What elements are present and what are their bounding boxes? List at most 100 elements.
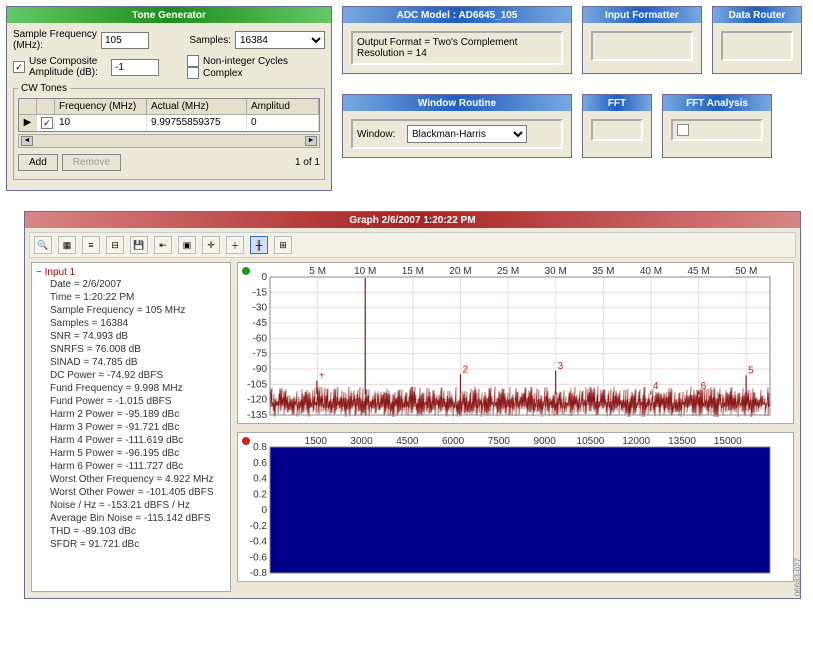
- row-selector-icon[interactable]: ▶: [19, 115, 37, 131]
- complex-checkbox[interactable]: [187, 67, 199, 79]
- stat-item: Harm 3 Power = -91.721 dBc: [36, 421, 226, 434]
- col-check: [37, 99, 55, 114]
- data-router-panel: Data Router: [712, 6, 802, 74]
- window-label: Window:: [357, 129, 403, 140]
- tool-crosshair-icon[interactable]: ✛: [202, 236, 220, 254]
- adc-title: ADC Model : AD6645_105: [343, 7, 571, 23]
- svg-text:-0.4: -0.4: [250, 537, 268, 548]
- svg-text:0.6: 0.6: [253, 458, 267, 469]
- stats-tree[interactable]: − Input 1 Date = 2/6/2007Time = 1:20:22 …: [31, 262, 231, 592]
- tool-save-icon[interactable]: 💾: [130, 236, 148, 254]
- svg-text:+: +: [319, 371, 325, 382]
- grid-hscroll[interactable]: ◄ ►: [18, 134, 320, 148]
- col-amp[interactable]: Amplitud: [247, 99, 319, 114]
- svg-text:6: 6: [701, 381, 707, 392]
- stat-item: Harm 2 Power = -95.189 dBc: [36, 408, 226, 421]
- row-count: 1 of 1: [295, 157, 320, 168]
- svg-text:0: 0: [261, 505, 267, 516]
- samples-select[interactable]: 16384: [235, 31, 325, 49]
- tool-plus-icon[interactable]: ＋: [226, 236, 244, 254]
- data-router-title: Data Router: [713, 7, 801, 23]
- stat-item: Samples = 16384: [36, 317, 226, 330]
- fft-analysis-panel: FFT Analysis: [662, 94, 772, 158]
- svg-text:0.8: 0.8: [253, 442, 267, 453]
- fft-analysis-icon: [677, 124, 689, 136]
- cw-tones-grid: Frequency (MHz) Actual (MHz) Amplitud ▶ …: [18, 98, 320, 132]
- tool-cursor-icon[interactable]: ╫: [250, 236, 268, 254]
- row-enable-checkbox[interactable]: [41, 117, 53, 129]
- graph-panel: Graph 2/6/2007 1:20:22 PM 🔍 ▦ ≡ ⊟ 💾 ⇤ ▣ …: [24, 211, 801, 599]
- tool-export-icon[interactable]: ⇤: [154, 236, 172, 254]
- input-formatter-panel: Input Formatter: [582, 6, 702, 74]
- chart-status-red-icon: [242, 437, 250, 445]
- window-routine-panel: Window Routine Window: Blackman-Harris: [342, 94, 572, 158]
- svg-text:-45: -45: [253, 318, 268, 329]
- svg-text:0.4: 0.4: [253, 474, 267, 485]
- non-integer-checkbox[interactable]: [187, 55, 199, 67]
- tree-root-label[interactable]: Input 1: [45, 267, 76, 278]
- svg-text:35 M: 35 M: [592, 266, 614, 277]
- tone-generator-panel: Tone Generator Sample Frequency (MHz): S…: [6, 6, 332, 191]
- svg-text:6000: 6000: [442, 436, 465, 447]
- row-freq[interactable]: 10: [55, 115, 147, 131]
- stat-item: Average Bin Noise = -115.142 dBFS: [36, 512, 226, 525]
- stat-item: THD = -89.103 dBc: [36, 525, 226, 538]
- figure-id: 06683-027: [793, 558, 802, 596]
- stat-item: Sample Frequency = 105 MHz: [36, 304, 226, 317]
- stat-item: Harm 4 Power = -111.619 dBc: [36, 434, 226, 447]
- stat-item: SNRFS = 76.008 dB: [36, 343, 226, 356]
- svg-text:-0.8: -0.8: [250, 568, 268, 579]
- cw-tones-legend: CW Tones: [18, 83, 70, 94]
- stat-item: Harm 6 Power = -111.727 dBc: [36, 460, 226, 473]
- tool-grid-icon[interactable]: ▦: [58, 236, 76, 254]
- scroll-right-icon[interactable]: ►: [305, 136, 317, 146]
- svg-text:0: 0: [261, 272, 267, 283]
- use-composite-label: Use Composite Amplitude (dB):: [29, 56, 107, 78]
- stat-item: Fund Frequency = 9.998 MHz: [36, 382, 226, 395]
- tool-marker-icon[interactable]: ▣: [178, 236, 196, 254]
- tool-list-icon[interactable]: ≡: [82, 236, 100, 254]
- svg-text:4500: 4500: [396, 436, 419, 447]
- use-composite-checkbox[interactable]: [13, 61, 25, 73]
- stat-item: DC Power = -74.92 dBFS: [36, 369, 226, 382]
- stat-item: SFDR = 91.721 dBc: [36, 538, 226, 551]
- tool-zoom-icon[interactable]: 🔍: [34, 236, 52, 254]
- tool-split-icon[interactable]: ⊞: [274, 236, 292, 254]
- window-routine-title: Window Routine: [343, 95, 571, 111]
- stat-item: Fund Power = -1.015 dBFS: [36, 395, 226, 408]
- svg-text:-30: -30: [253, 303, 268, 314]
- stat-item: SINAD = 74.785 dB: [36, 356, 226, 369]
- fft-analysis-title: FFT Analysis: [663, 95, 771, 111]
- svg-text:30 M: 30 M: [545, 266, 567, 277]
- window-select[interactable]: Blackman-Harris: [407, 125, 527, 143]
- svg-text:7500: 7500: [488, 436, 511, 447]
- svg-text:5 M: 5 M: [309, 266, 326, 277]
- row-amp[interactable]: 0: [247, 115, 319, 131]
- scroll-left-icon[interactable]: ◄: [21, 136, 33, 146]
- svg-text:15 M: 15 M: [402, 266, 424, 277]
- time-chart[interactable]: 0.80.60.40.20-0.2-0.4-0.6-0.815003000450…: [237, 432, 794, 582]
- sample-freq-input[interactable]: [101, 32, 149, 49]
- table-row[interactable]: ▶ 10 9.99755859375 0: [19, 115, 319, 131]
- svg-text:-15: -15: [253, 287, 268, 298]
- adc-res: Resolution = 14: [357, 48, 557, 59]
- fft-chart[interactable]: 0-15-30-45-60-75-90-105-120-1355 M10 M15…: [237, 262, 794, 424]
- sample-freq-label: Sample Frequency (MHz):: [13, 29, 97, 51]
- stat-item: SNR = 74.993 dB: [36, 330, 226, 343]
- svg-text:3: 3: [558, 361, 564, 372]
- stat-item: Worst Other Frequency = 4.922 MHz: [36, 473, 226, 486]
- col-freq[interactable]: Frequency (MHz): [55, 99, 147, 114]
- svg-text:0.2: 0.2: [253, 489, 267, 500]
- amplitude-input[interactable]: [111, 59, 159, 76]
- svg-text:3000: 3000: [350, 436, 373, 447]
- adc-format: Output Format = Two's Complement: [357, 37, 557, 48]
- stat-item: Date = 2/6/2007: [36, 278, 226, 291]
- tool-tree-icon[interactable]: ⊟: [106, 236, 124, 254]
- svg-text:25 M: 25 M: [497, 266, 519, 277]
- svg-text:-0.2: -0.2: [250, 521, 268, 532]
- col-actual[interactable]: Actual (MHz): [147, 99, 247, 114]
- add-button[interactable]: Add: [18, 154, 58, 171]
- tree-collapse-icon[interactable]: −: [36, 267, 42, 278]
- svg-text:40 M: 40 M: [640, 266, 662, 277]
- svg-text:15000: 15000: [714, 436, 742, 447]
